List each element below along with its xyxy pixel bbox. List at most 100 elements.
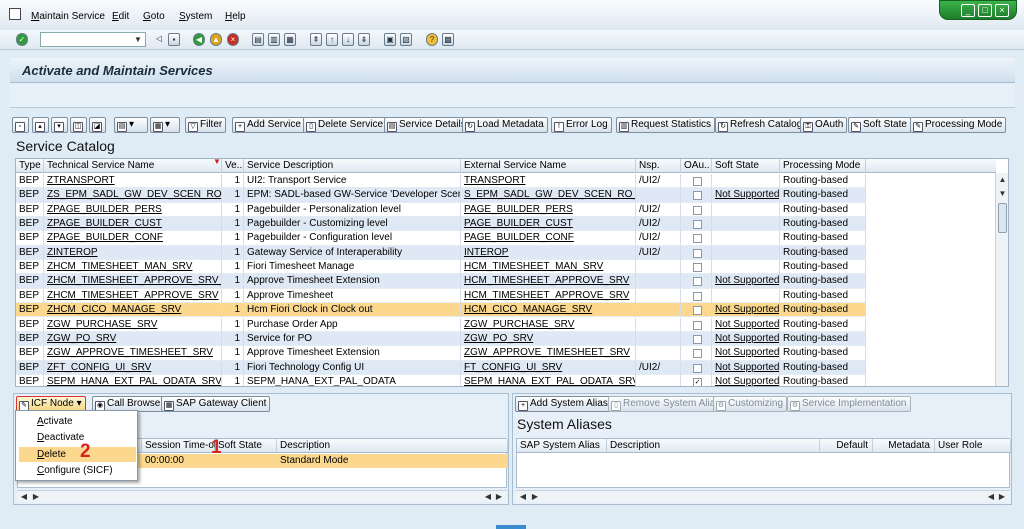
layout-menu-icon[interactable]: ▩ [442, 33, 454, 46]
oauth-checkbox[interactable] [693, 349, 702, 359]
soft-state-cell[interactable]: Not Supported [712, 317, 780, 332]
column-header-system-alias[interactable]: SAP System Alias [517, 439, 607, 453]
details-icon[interactable]: ▫ [12, 117, 29, 133]
column-header-soft-state[interactable]: Soft State [712, 159, 780, 173]
scroll-right-icon[interactable]: ▶ [530, 492, 540, 502]
column-header-metadata[interactable]: Metadata [873, 439, 935, 453]
horizontal-scrollbar[interactable]: ◀ ▶ ◀ ▶ [17, 490, 507, 502]
table-row[interactable]: BEP ZHCM_TIMESHEET_APPROVE_SRV_1 1 Approve … [16, 274, 866, 289]
technical-name-cell[interactable]: ZGW_APPROVE_TIMESHEET_SRV [44, 346, 222, 361]
column-header-type[interactable]: Type [16, 159, 44, 173]
table-row[interactable]: BEP ZHCM_CICO_MANAGE_SRV 1 Hcm Fiori Clock … [16, 303, 866, 318]
scroll-right-end-icon[interactable]: ▶ [494, 492, 504, 502]
app-menu-icon[interactable] [9, 8, 21, 20]
column-header-session-timeout[interactable]: Session Time-out [142, 439, 222, 453]
external-name-cell[interactable]: FT_CONFIG_UI_SRV [461, 360, 636, 375]
soft-state-cell[interactable] [712, 202, 780, 217]
menu-item-activate[interactable]: Activate [19, 414, 136, 429]
soft-state-cell[interactable] [712, 174, 780, 188]
technical-name-cell[interactable]: ZGW_PO_SRV [44, 331, 222, 346]
load-metadata-button[interactable]: ↻ Load Metadata [462, 117, 548, 133]
table-row[interactable]: BEPZS_EPM_SADL_GW_DEV_SCEN_RO_S...1EPM: … [16, 188, 866, 203]
column-header-icf-soft-state[interactable]: Soft State [215, 439, 277, 453]
add-system-alias-button[interactable]: + Add System Alias [515, 396, 612, 412]
soft-state-cell[interactable]: Not Supported [712, 360, 780, 375]
table-row[interactable]: BEP ZPAGE_BUILDER_CUST 1 Pagebuilder - Cust… [16, 217, 866, 232]
cancel-icon[interactable]: × [227, 33, 239, 46]
menu-system[interactable]: System [179, 11, 212, 22]
add-service-button[interactable]: + Add Service [232, 117, 305, 133]
technical-name-cell[interactable]: ZHCM_TIMESHEET_APPROVE_SRV_1 [44, 274, 222, 289]
layout-select-icon[interactable]: ▦ ▾ [150, 117, 180, 133]
menu-edit[interactable]: Edit [112, 11, 129, 22]
oauth-checkbox[interactable] [693, 334, 702, 344]
technical-name-cell[interactable]: ZFT_CONFIG_UI_SRV [44, 360, 222, 375]
table-row[interactable]: BEP ZFT_CONFIG_UI_SRV 1 Fiori Technology Co… [16, 360, 866, 375]
processing-mode-button[interactable]: ✎ Processing Mode [910, 117, 1007, 133]
close-button[interactable]: × [995, 4, 1009, 17]
column-header-alias-description[interactable]: Description [607, 439, 820, 453]
scroll-left-icon[interactable]: ◀ [19, 492, 29, 502]
sort-descending-icon[interactable]: ▾ [51, 117, 68, 133]
external-name-cell[interactable]: TRANSPORT [461, 174, 636, 188]
external-name-cell[interactable]: ZGW_APPROVE_TIMESHEET_SRV [461, 346, 636, 361]
print-icon[interactable]: ▤ [252, 33, 264, 46]
technical-name-cell[interactable]: ZPAGE_BUILDER_PERS [44, 202, 222, 217]
scroll-right-end-icon[interactable]: ▶ [997, 492, 1007, 502]
table-row[interactable]: BEP ZPAGE_BUILDER_CONF 1 Pagebuilder - Conf… [16, 231, 866, 246]
scrollbar-thumb[interactable] [998, 203, 1007, 233]
external-name-cell[interactable]: PAGE_BUILDER_CONF [461, 231, 636, 246]
table-row[interactable]: BEP ZPAGE_BUILDER_PERS 1 Pagebuilder - Pers… [16, 202, 866, 218]
oauth-checkbox[interactable] [693, 363, 702, 373]
export-menu-icon[interactable]: ▤ ▾ [114, 117, 148, 133]
soft-state-cell[interactable]: Not Supported [712, 303, 780, 318]
table-row[interactable]: BEP ZGW_PO_SRV 1 Service for PO ZGW_PO_SRV No… [16, 331, 866, 347]
save-icon[interactable]: ▪ [168, 33, 180, 46]
table-row[interactable]: BEP ZHCM_TIMESHEET_APPROVE_SRV 1 Approve Ti… [16, 288, 866, 304]
maximize-button[interactable]: □ [978, 4, 992, 17]
column-header-processing-mode[interactable]: Processing Mode [780, 159, 866, 173]
technical-name-cell[interactable]: ZTRANSPORT [44, 174, 222, 188]
soft-state-cell[interactable] [712, 260, 780, 275]
soft-state-cell[interactable]: Not Supported [712, 346, 780, 361]
external-name-cell[interactable]: HCM_TIMESHEET_APPROVE_SRV [461, 288, 636, 303]
column-header-oauth[interactable]: OAu.. [681, 159, 712, 173]
oauth-checkbox[interactable] [693, 263, 702, 273]
column-header-icf-description[interactable]: Description [277, 439, 508, 453]
new-session-icon[interactable]: ▣ [384, 33, 396, 46]
find-in-list-icon[interactable]: ◫ [70, 117, 87, 133]
soft-state-button[interactable]: ✎ Soft State [848, 117, 911, 133]
oauth-checkbox[interactable] [693, 220, 702, 230]
oauth-checkbox[interactable] [693, 248, 702, 258]
column-header-external-name[interactable]: External Service Name [461, 159, 636, 173]
external-name-cell[interactable]: ZGW_PURCHASE_SRV [461, 317, 636, 332]
table-row[interactable]: BEP SEPM_HANA_EXT_PAL_ODATA_SRV 1 SEPM_HANA… [16, 374, 866, 386]
column-header-version[interactable]: Ve.. [222, 159, 244, 173]
column-header-namespace[interactable]: Nsp. [636, 159, 681, 173]
find-next-in-list-icon[interactable]: ◪ [89, 117, 106, 133]
first-page-icon[interactable]: ⇞ [310, 33, 322, 46]
technical-name-cell[interactable]: ZINTEROP [44, 245, 222, 260]
menu-help[interactable]: Help [225, 11, 246, 22]
external-name-cell[interactable]: PAGE_BUILDER_PERS [461, 202, 636, 217]
column-header-description[interactable]: Service Description [244, 159, 461, 173]
next-page-icon[interactable]: ↓ [342, 33, 354, 46]
last-page-icon[interactable]: ⇟ [358, 33, 370, 46]
error-log-button[interactable]: ! Error Log [551, 117, 612, 133]
menu-item-deactivate[interactable]: Deactivate [19, 430, 136, 445]
external-name-cell[interactable]: INTEROP [461, 245, 636, 260]
technical-name-cell[interactable]: ZHCM_TIMESHEET_MAN_SRV [44, 260, 222, 275]
soft-state-cell[interactable] [712, 231, 780, 246]
command-input[interactable] [41, 33, 131, 46]
service-implementation-button[interactable]: ⚙ Service Implementation [787, 396, 911, 412]
soft-state-cell[interactable]: Not Supported [712, 331, 780, 346]
oauth-checkbox[interactable]: ✓ [693, 377, 702, 386]
soft-state-cell[interactable]: Not Supported [712, 188, 780, 203]
scroll-right-icon[interactable]: ▶ [31, 492, 41, 502]
soft-state-cell[interactable]: Not Supported [712, 374, 780, 386]
external-name-cell[interactable]: HCM_TIMESHEET_MAN_SRV [461, 260, 636, 275]
external-name-cell[interactable]: S_EPM_SADL_GW_DEV_SCEN_RO_SRV [461, 188, 636, 203]
oauth-checkbox[interactable] [693, 191, 702, 201]
technical-name-cell[interactable]: ZGW_PURCHASE_SRV [44, 317, 222, 332]
collapse-icon[interactable]: ◁ [153, 33, 165, 46]
